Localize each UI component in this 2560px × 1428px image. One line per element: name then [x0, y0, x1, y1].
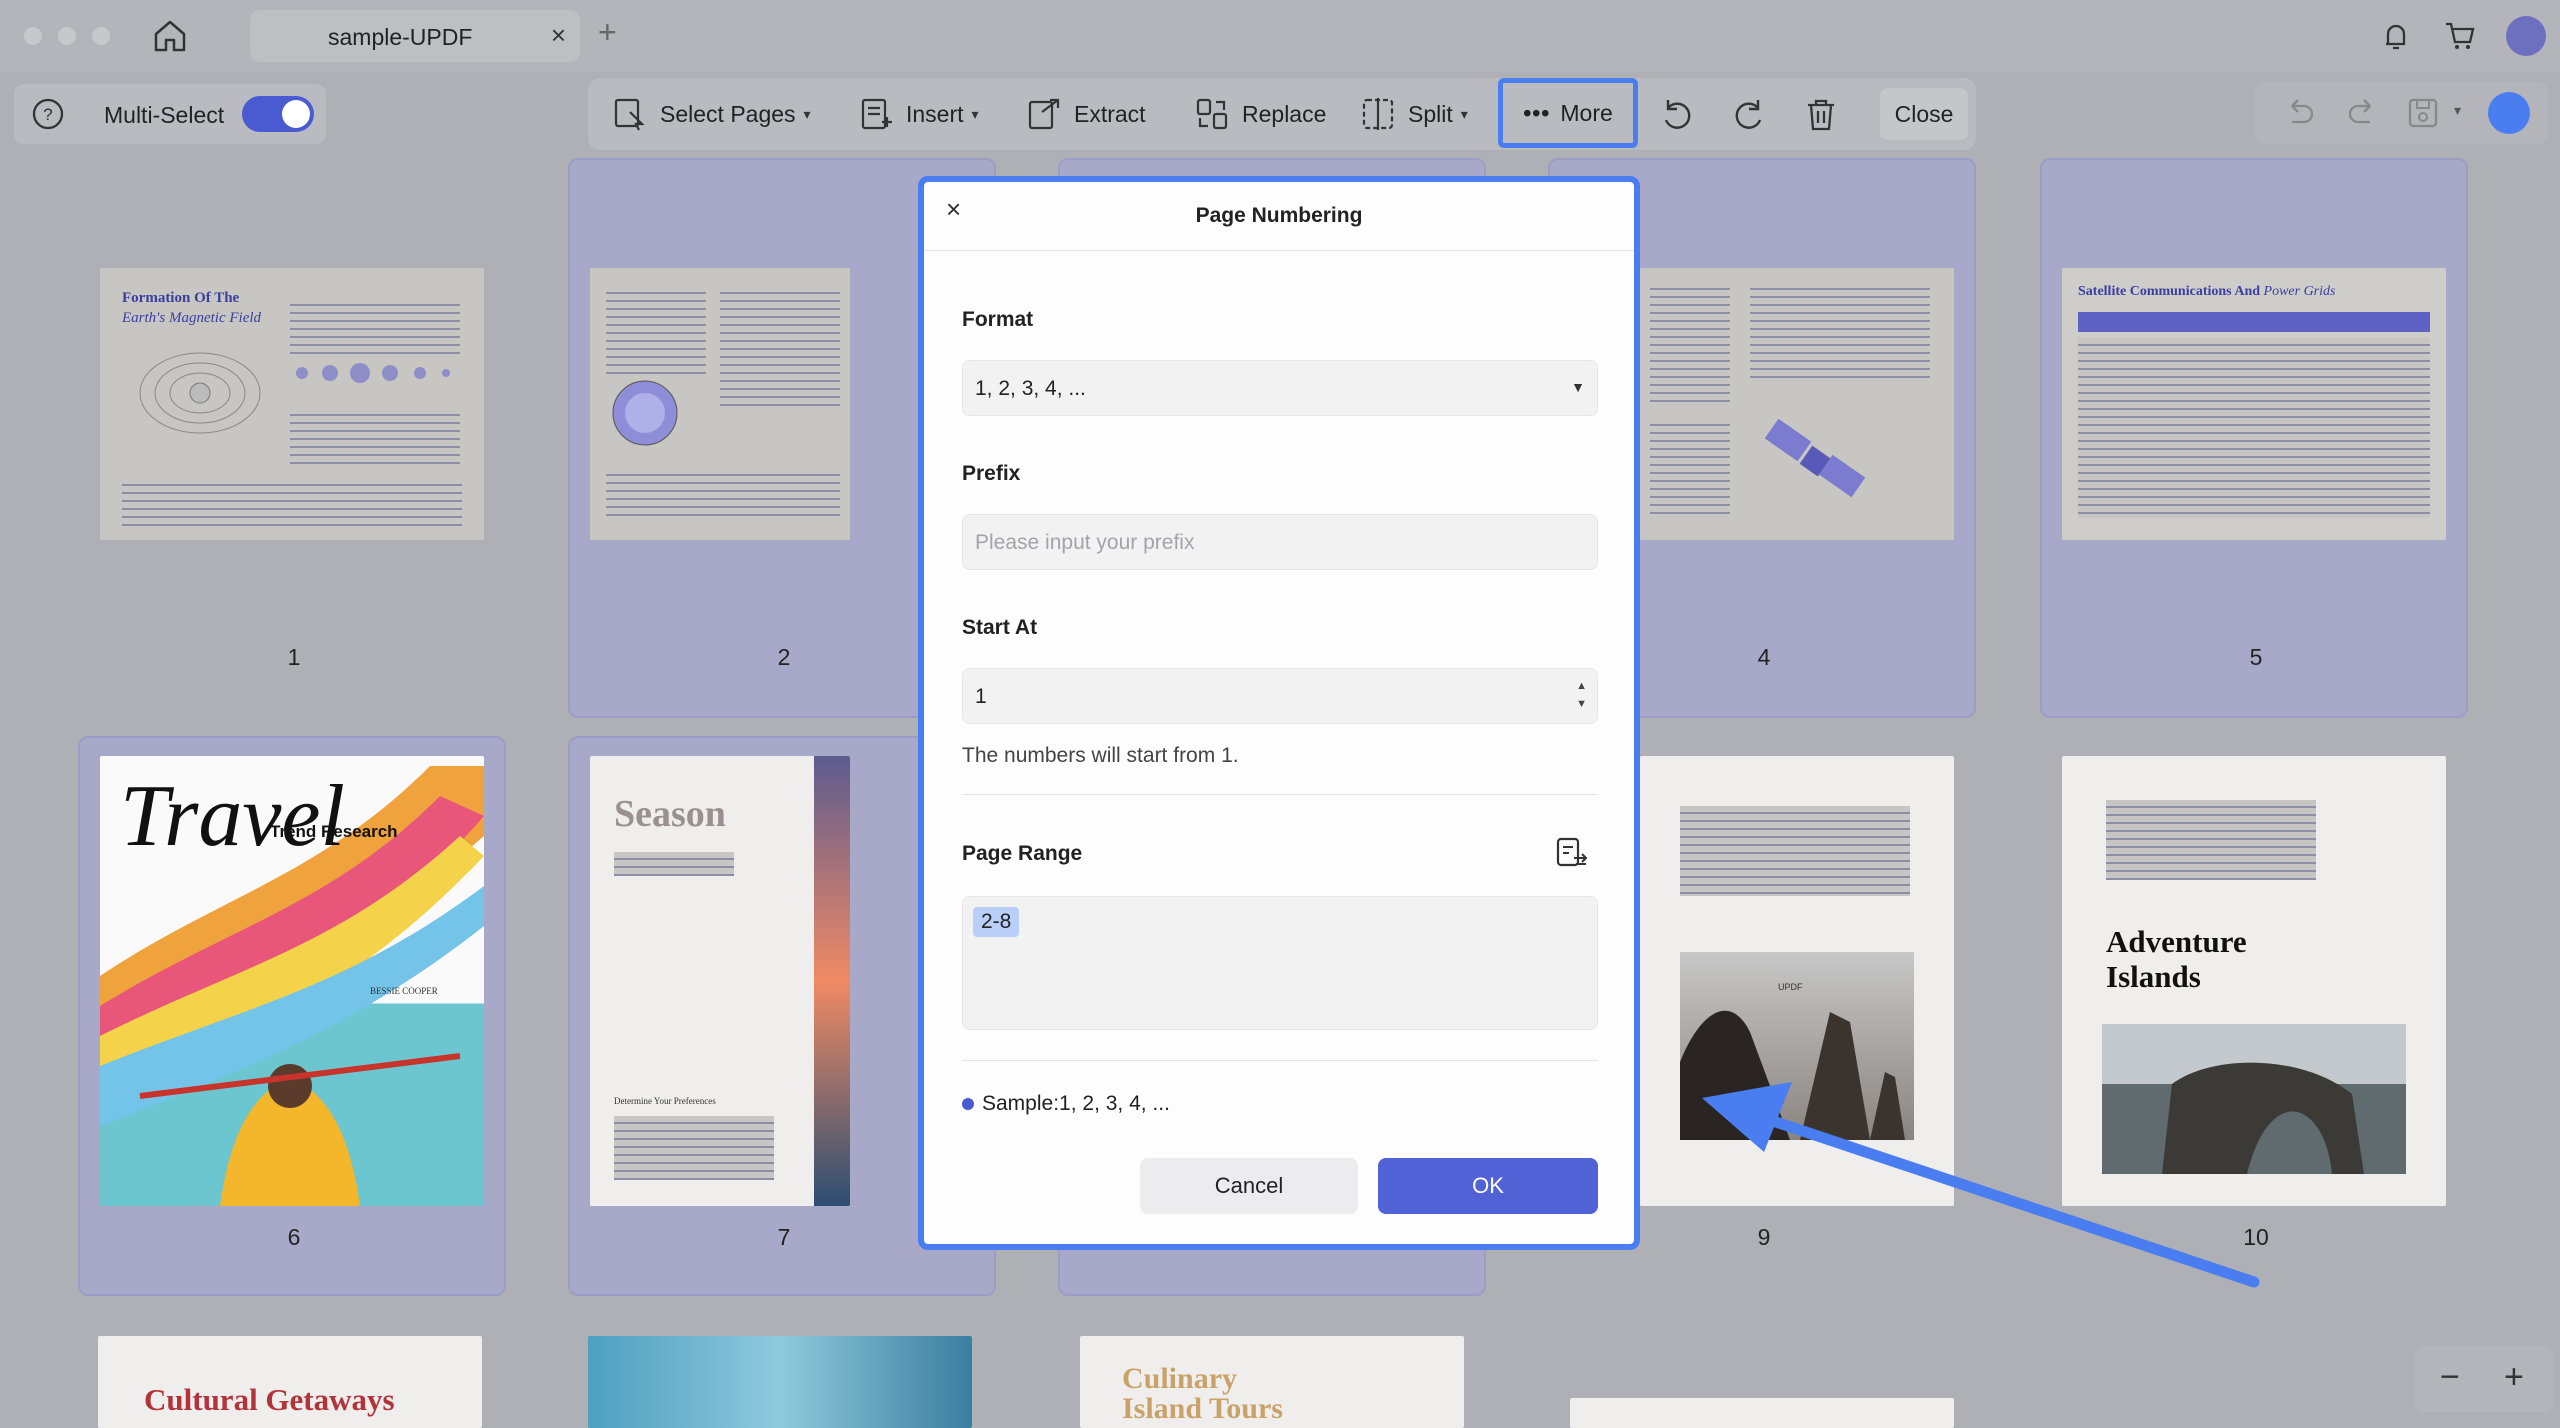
chevron-down-icon: ▼: [1571, 379, 1585, 395]
format-value: 1, 2, 3, 4, ...: [975, 377, 1086, 400]
page-numbering-dialog: × Page Numbering Format 1, 2, 3, 4, ... …: [918, 176, 1640, 1250]
cancel-label: Cancel: [1214, 1173, 1284, 1198]
start-at-value: 1: [975, 685, 987, 708]
prefix-label: Prefix: [962, 462, 1021, 485]
divider: [924, 250, 1634, 251]
format-label: Format: [962, 308, 1034, 331]
start-at-label: Start At: [962, 616, 1038, 639]
start-at-hint: The numbers will start from 1.: [962, 744, 1239, 767]
prefix-input[interactable]: Please input your prefix: [962, 514, 1598, 570]
zoom-controls: − +: [2414, 1346, 2554, 1412]
sample-preview: Sample:1, 2, 3, 4, ...: [962, 1092, 1170, 1116]
zoom-out-icon[interactable]: −: [2440, 1358, 2460, 1397]
divider: [962, 794, 1598, 795]
sample-dot-icon: [962, 1098, 974, 1110]
dialog-title: Page Numbering: [1195, 204, 1363, 227]
stepper-arrows-icon[interactable]: ▲ ▼: [1576, 677, 1587, 713]
ok-button[interactable]: OK: [1378, 1158, 1598, 1214]
cancel-button[interactable]: Cancel: [1140, 1158, 1358, 1214]
page-range-input[interactable]: 2-8: [962, 896, 1598, 1030]
ok-label: OK: [1472, 1173, 1504, 1198]
divider: [962, 1060, 1598, 1061]
zoom-in-icon[interactable]: +: [2504, 1358, 2524, 1397]
format-select[interactable]: 1, 2, 3, 4, ... ▼: [962, 360, 1598, 416]
page-range-swap-icon[interactable]: [1554, 836, 1588, 870]
sample-text: Sample:1, 2, 3, 4, ...: [982, 1092, 1170, 1115]
page-range-label: Page Range: [962, 842, 1083, 865]
page-range-value: 2-8: [973, 907, 1020, 937]
start-at-stepper[interactable]: 1 ▲ ▼: [962, 668, 1598, 724]
prefix-placeholder: Please input your prefix: [975, 531, 1195, 554]
